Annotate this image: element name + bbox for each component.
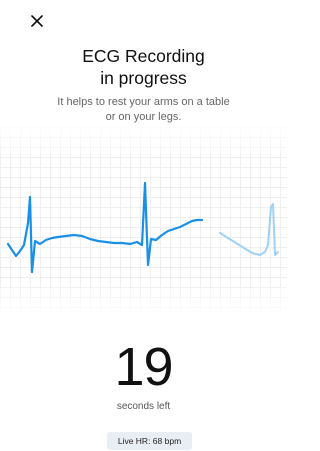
title-line-1: ECG Recording [82,46,205,66]
title-line-2: in progress [100,68,187,88]
live-hr-badge: Live HR: 68 bpm [107,432,192,450]
close-button[interactable] [26,10,48,32]
ecg-trace-faded [219,203,279,256]
close-icon [31,15,43,27]
instruction-line-1: It helps to rest your arms on a table [57,96,230,108]
ecg-waveform [6,181,279,274]
ecg-trace [6,181,204,274]
instruction-line-2: or on your legs. [105,111,182,123]
countdown-label: seconds left [116,401,171,412]
countdown-value: 19 [114,337,173,397]
live-hr-label: Live HR: 68 bpm [117,436,182,446]
page-title: ECG Recording in progress [0,45,287,89]
instruction-text: It helps to rest your arms on a table or… [38,95,249,125]
